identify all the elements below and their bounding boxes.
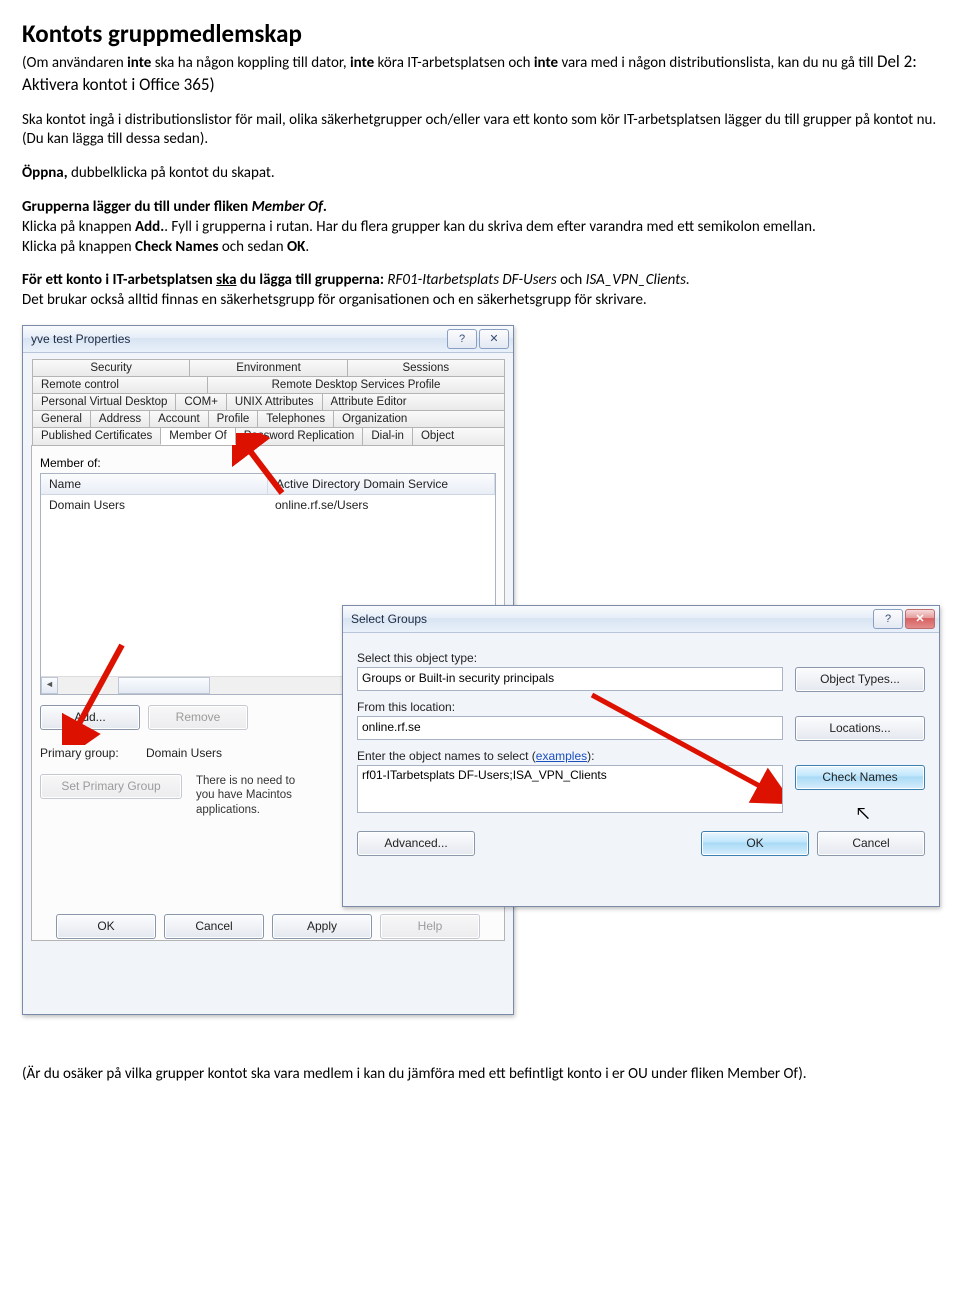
locations-button[interactable]: Locations... (795, 716, 925, 741)
page-title: Kontots gruppmedlemskap (22, 18, 938, 49)
tab-dialin[interactable]: Dial-in (362, 427, 413, 445)
object-names-input[interactable]: rf01-ITarbetsplats DF-Users;ISA_VPN_Clie… (357, 765, 783, 813)
window-title: yve test Properties (31, 332, 445, 346)
paragraph-3: Öppna, dubbelklicka på kontot du skapat. (22, 164, 938, 184)
tab-published-certs[interactable]: Published Certificates (32, 427, 161, 445)
intro-paragraph: (Om användaren inte ska ha någon kopplin… (22, 51, 938, 97)
tab-account[interactable]: Account (149, 410, 209, 427)
remove-button[interactable]: Remove (148, 705, 248, 730)
tab-object[interactable]: Object (412, 427, 505, 445)
paragraph-2: Ska kontot ingå i distributionslistor fö… (22, 111, 938, 151)
col-name[interactable]: Name (41, 474, 268, 494)
titlebar: yve test Properties ? ✕ (23, 326, 513, 353)
apply-button[interactable]: Apply (272, 914, 372, 939)
cancel-button[interactable]: Cancel (817, 831, 925, 856)
object-type-field: Groups or Built-in security principals (357, 667, 783, 691)
tab-attribute-editor[interactable]: Attribute Editor (322, 393, 505, 410)
member-of-label: Member of: (40, 456, 496, 470)
tab-sessions[interactable]: Sessions (347, 359, 505, 376)
paragraph-7: För ett konto i IT-arbetsplatsen ska du … (22, 271, 938, 291)
titlebar: Select Groups ? ✕ (343, 606, 939, 633)
help-button-bottom[interactable]: Help (380, 914, 480, 939)
window-title: Select Groups (351, 612, 871, 626)
add-button[interactable]: Add... (40, 705, 140, 730)
paragraph-6: Klicka på knappen Check Names och sedan … (22, 238, 938, 258)
paragraph-4: Grupperna lägger du till under fliken Me… (22, 198, 938, 218)
ok-button[interactable]: OK (701, 831, 809, 856)
set-primary-group-button[interactable]: Set Primary Group (40, 774, 182, 799)
tab-member-of[interactable]: Member Of (160, 427, 236, 445)
location-field: online.rf.se (357, 716, 783, 740)
primary-group-value: Domain Users (146, 746, 222, 760)
close-button[interactable]: ✕ (479, 329, 509, 349)
list-item[interactable]: Domain Users online.rf.se/Users (41, 495, 495, 515)
object-names-label: Enter the object names to select (exampl… (357, 749, 925, 763)
select-groups-dialog: Select Groups ? ✕ Select this object typ… (342, 605, 940, 907)
scroll-left-icon[interactable]: ◄ (41, 677, 58, 694)
primary-group-hint: There is no need to you have Macintos ap… (196, 774, 296, 817)
close-button[interactable]: ✕ (905, 609, 935, 629)
paragraph-5: Klicka på knappen Add.. Fyll i grupperna… (22, 218, 938, 238)
screenshot-composite: yve test Properties ? ✕ Security Environ… (22, 325, 942, 1025)
scroll-thumb[interactable] (118, 677, 210, 694)
tab-address[interactable]: Address (90, 410, 150, 427)
tab-security[interactable]: Security (32, 359, 190, 376)
help-button[interactable]: ? (447, 329, 477, 349)
footer-paragraph: (Är du osäker på vilka grupper kontot sk… (22, 1065, 938, 1085)
tab-general[interactable]: General (32, 410, 91, 427)
ok-button[interactable]: OK (56, 914, 156, 939)
tab-telephones[interactable]: Telephones (257, 410, 334, 427)
tab-rds-profile[interactable]: Remote Desktop Services Profile (207, 376, 505, 393)
tab-unix[interactable]: UNIX Attributes (226, 393, 323, 410)
tab-password-replication[interactable]: Password Replication (235, 427, 364, 445)
primary-group-label: Primary group: (40, 746, 132, 760)
list-header: Name Active Directory Domain Service (41, 474, 495, 495)
tabstrip: Security Environment Sessions Remote con… (31, 359, 505, 446)
examples-link[interactable]: examples (536, 749, 587, 763)
object-types-button[interactable]: Object Types... (795, 667, 925, 692)
cancel-button[interactable]: Cancel (164, 914, 264, 939)
location-label: From this location: (357, 700, 925, 714)
col-service[interactable]: Active Directory Domain Service (268, 474, 495, 494)
tab-complus[interactable]: COM+ (175, 393, 227, 410)
tab-pvd[interactable]: Personal Virtual Desktop (32, 393, 176, 410)
paragraph-8: Det brukar också alltid finnas en säkerh… (22, 291, 938, 311)
check-names-button[interactable]: Check Names (795, 765, 925, 790)
tab-profile[interactable]: Profile (208, 410, 259, 427)
tab-remote-control[interactable]: Remote control (32, 376, 208, 393)
object-type-label: Select this object type: (357, 651, 925, 665)
tab-environment[interactable]: Environment (189, 359, 347, 376)
help-button[interactable]: ? (873, 609, 903, 629)
advanced-button[interactable]: Advanced... (357, 831, 475, 856)
tab-organization[interactable]: Organization (333, 410, 505, 427)
